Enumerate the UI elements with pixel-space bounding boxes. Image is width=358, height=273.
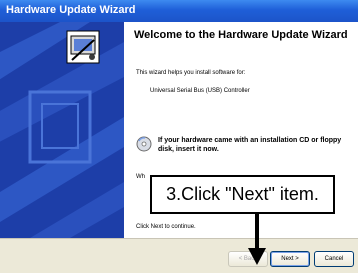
arrow-down-icon bbox=[248, 212, 266, 265]
